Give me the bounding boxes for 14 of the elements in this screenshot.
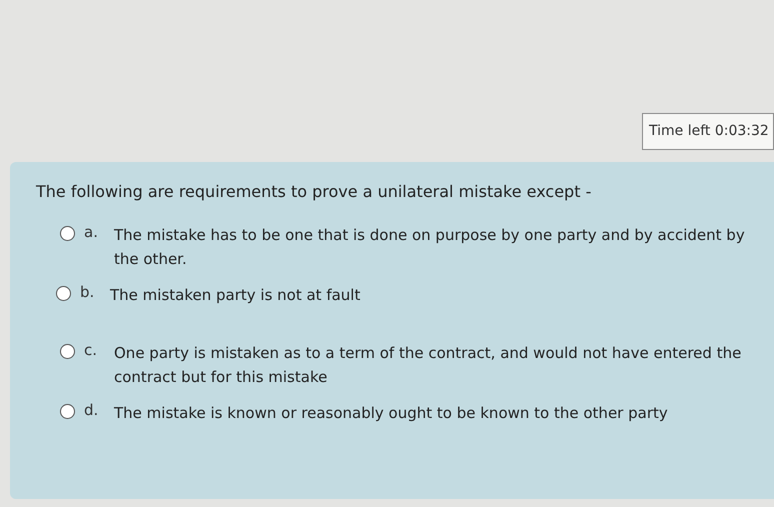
option-text[interactable]: The mistake is known or reasonably ought to be known to the other party xyxy=(114,401,668,425)
option-letter: d. xyxy=(84,401,100,419)
option-text[interactable]: The mistake has to be one that is done on purpose by one party and by accident by the other. xyxy=(114,223,754,271)
option-text[interactable]: The mistaken party is not at fault xyxy=(110,283,360,307)
option-letter: b. xyxy=(80,283,96,301)
radio-button[interactable] xyxy=(60,226,75,241)
radio-button[interactable] xyxy=(60,344,75,359)
option-letter: c. xyxy=(84,341,98,359)
time-left-label: Time left 0:03:32 xyxy=(642,113,774,150)
option-text[interactable]: One party is mistaken as to a term of the contract, and would not have entered the contract but for this mistake xyxy=(114,341,754,389)
radio-button[interactable] xyxy=(56,286,71,301)
option-letter: a. xyxy=(84,223,99,241)
question-text: The following are requirements to prove a unilateral mistake except - xyxy=(36,182,592,201)
radio-button[interactable] xyxy=(60,404,75,419)
